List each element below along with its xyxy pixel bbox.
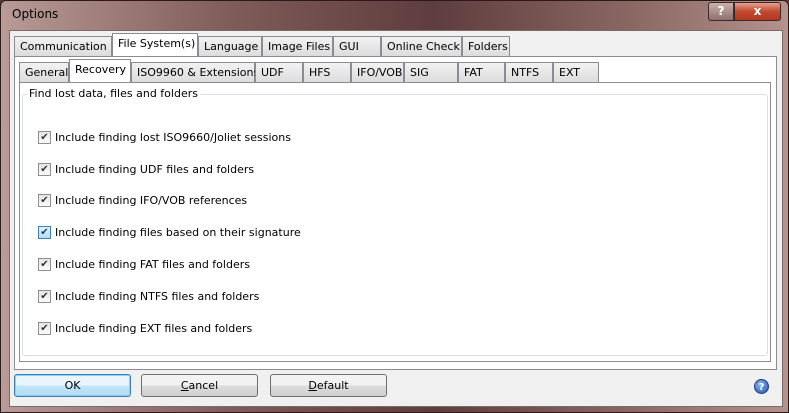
subtab-ntfs[interactable]: NTFS bbox=[505, 62, 553, 82]
tab-image-files[interactable]: Image Files bbox=[262, 36, 333, 56]
checkbox[interactable]: ✔ bbox=[38, 193, 51, 207]
subtab-sig[interactable]: SIG bbox=[404, 62, 458, 82]
option-checkbox-row[interactable]: ✔ Include finding UDF files and folders bbox=[38, 162, 254, 176]
tab-online-check[interactable]: Online Check bbox=[381, 36, 462, 56]
subtab-fat[interactable]: FAT bbox=[458, 62, 505, 82]
option-label: Include finding files based on their sig… bbox=[55, 225, 301, 239]
tab-folders[interactable]: Folders bbox=[462, 36, 510, 56]
option-checkbox-row[interactable]: ✔ Include finding IFO/VOB references bbox=[38, 193, 247, 207]
subtab-general[interactable]: General bbox=[19, 62, 69, 82]
help-icon[interactable]: ? bbox=[754, 379, 769, 394]
option-checkbox-row[interactable]: ✔ Include finding FAT files and folders bbox=[38, 257, 250, 271]
checkbox[interactable]: ✔ bbox=[38, 130, 51, 144]
subtab-udf[interactable]: UDF bbox=[255, 62, 303, 82]
option-label: Include finding FAT files and folders bbox=[55, 257, 250, 271]
default-button[interactable]: Default bbox=[270, 374, 387, 397]
title-help-button[interactable]: ? bbox=[708, 2, 734, 21]
option-checkbox-row[interactable]: ✔ Include finding files based on their si… bbox=[38, 225, 301, 239]
ok-label: OK bbox=[64, 379, 81, 392]
option-checkbox-row[interactable]: ✔ Include finding NTFS files and folders bbox=[38, 289, 259, 303]
checkbox[interactable]: ✔ bbox=[38, 289, 51, 303]
window-title: Options bbox=[12, 7, 59, 21]
option-label: Include finding NTFS files and folders bbox=[55, 289, 260, 303]
subtab-hfs[interactable]: HFS bbox=[303, 62, 351, 82]
subtab-ext[interactable]: EXT bbox=[553, 62, 599, 82]
option-label: Include finding lost ISO9660/Joliet sess… bbox=[55, 130, 291, 144]
checkbox[interactable]: ✔ bbox=[38, 162, 51, 176]
ok-button[interactable]: OK bbox=[14, 374, 131, 397]
tab-communication[interactable]: Communication bbox=[14, 36, 112, 56]
checkbox[interactable]: ✔ bbox=[38, 257, 51, 271]
subtab-ifo-vob[interactable]: IFO/VOB bbox=[351, 62, 404, 82]
cancel-button[interactable]: Cancel bbox=[141, 374, 258, 397]
checkbox[interactable]: ✔ bbox=[38, 225, 51, 239]
option-label: Include finding IFO/VOB references bbox=[55, 193, 248, 207]
group-label: Find lost data, files and folders bbox=[27, 87, 200, 100]
subtab-recovery[interactable]: Recovery bbox=[69, 59, 131, 82]
tab-file-system-s-[interactable]: File System(s) bbox=[112, 33, 198, 56]
option-checkbox-row[interactable]: ✔ Include finding EXT files and folders bbox=[38, 321, 252, 335]
default-label: efault bbox=[316, 379, 349, 392]
option-label: Include finding EXT files and folders bbox=[55, 321, 253, 335]
tab-gui[interactable]: GUI bbox=[333, 36, 381, 56]
close-button[interactable]: x bbox=[734, 2, 781, 21]
option-checkbox-row[interactable]: ✔ Include finding lost ISO9660/Joliet ses… bbox=[38, 130, 291, 144]
tab-language[interactable]: Language bbox=[198, 36, 262, 56]
cancel-mnemonic: C bbox=[180, 379, 189, 392]
cancel-label: ancel bbox=[188, 379, 219, 392]
checkbox[interactable]: ✔ bbox=[38, 321, 51, 335]
option-label: Include finding UDF files and folders bbox=[55, 162, 255, 176]
default-mnemonic: D bbox=[308, 379, 317, 392]
subtab-iso9960-extensions[interactable]: ISO9960 & Extensions bbox=[131, 62, 259, 82]
